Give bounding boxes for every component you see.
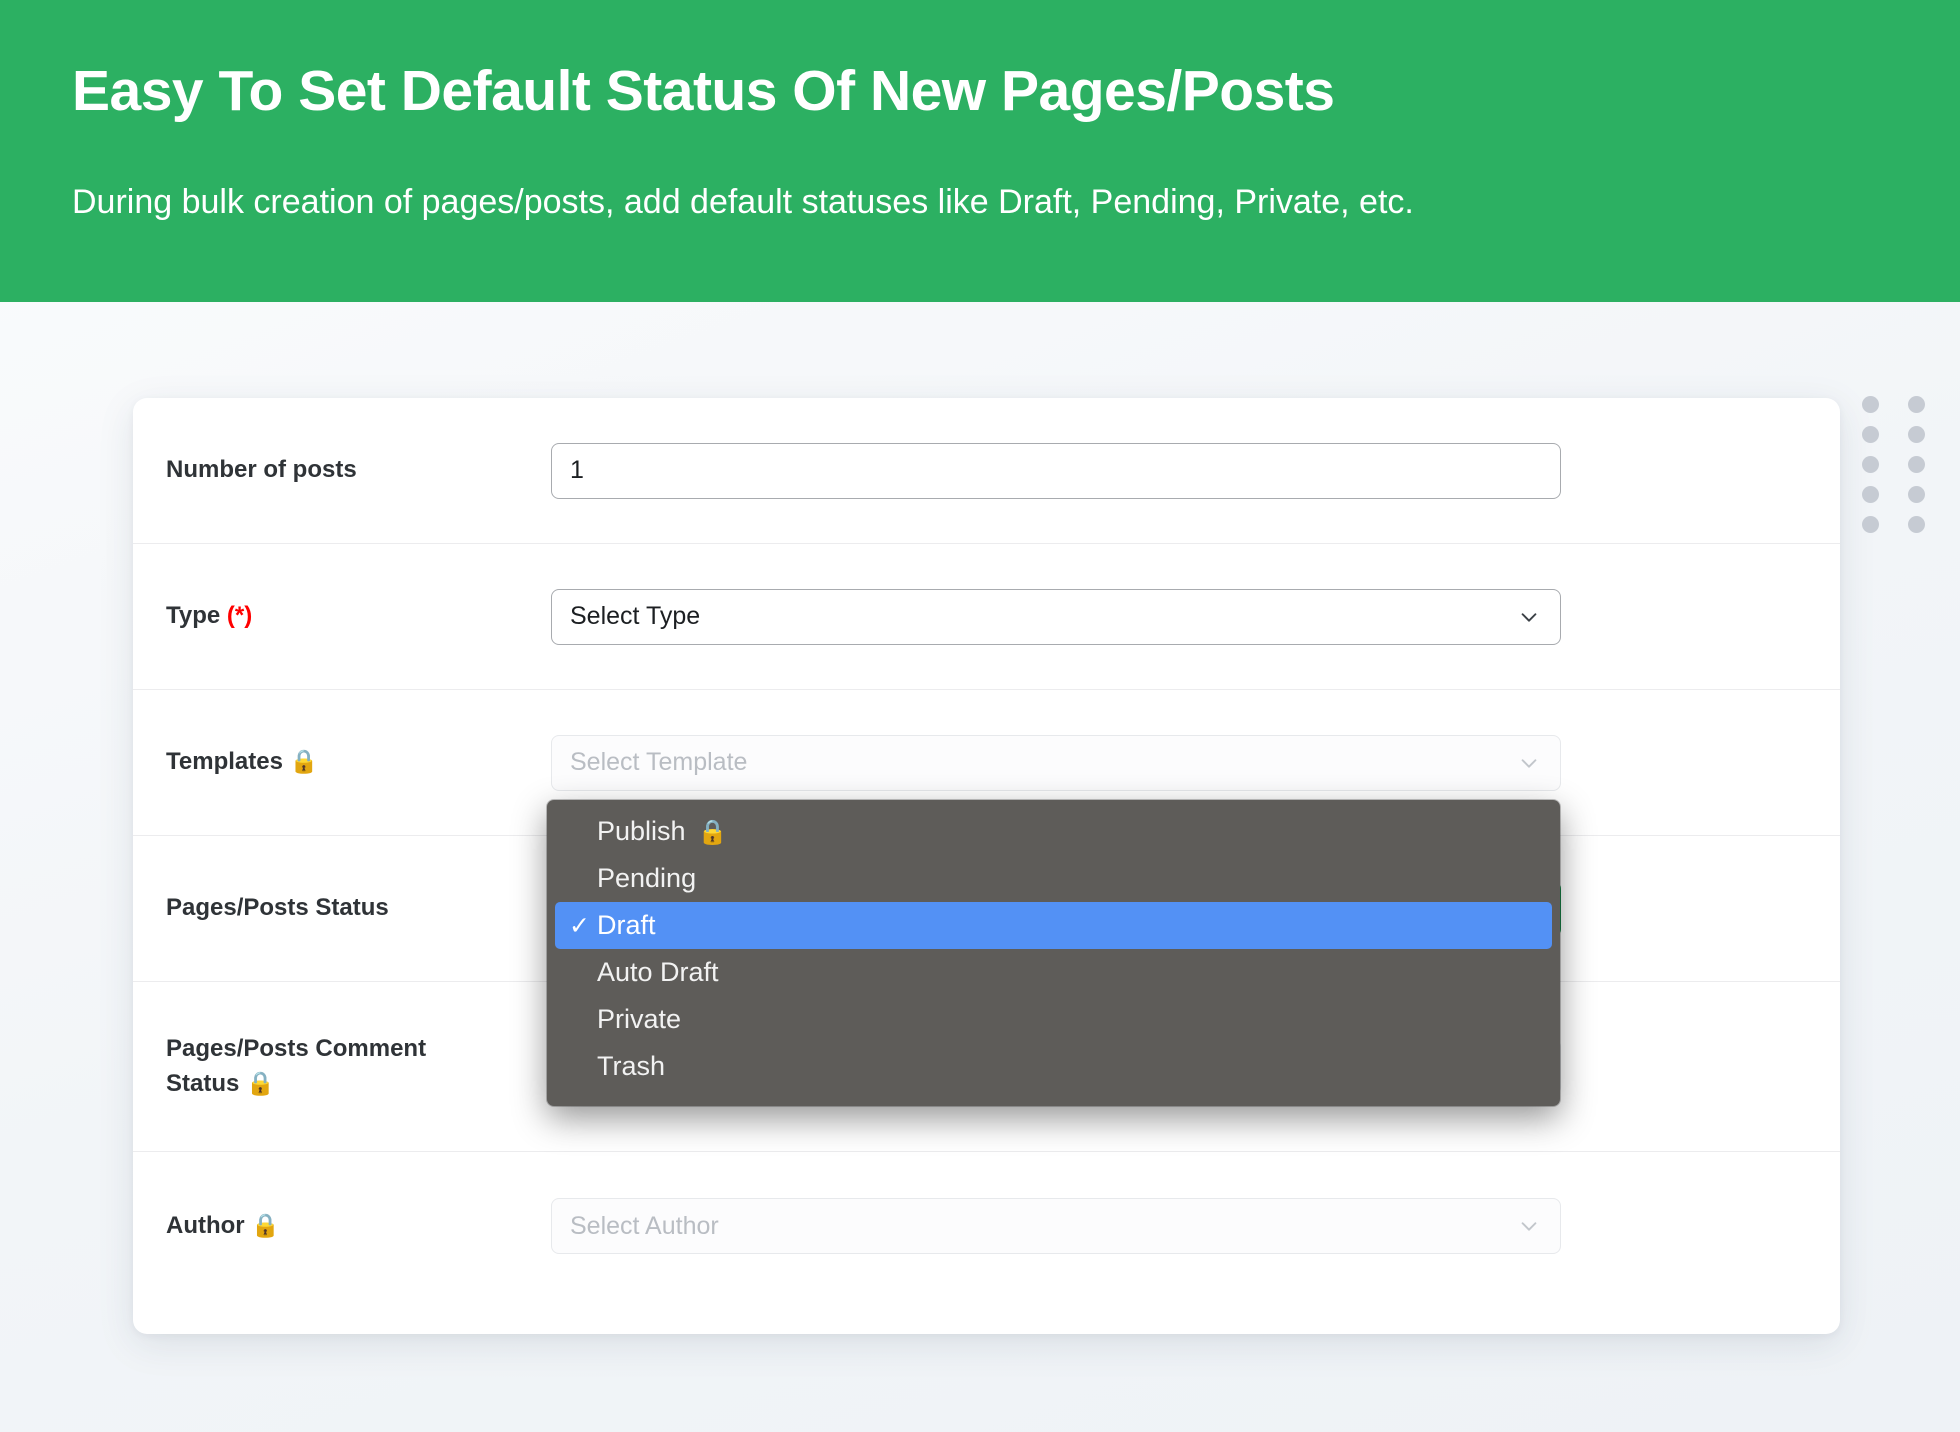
form-row-author: Author 🔒 Select Author: [133, 1152, 1840, 1300]
dropdown-option-label: Trash: [597, 1051, 666, 1081]
page-root: Easy To Set Default Status Of New Pages/…: [0, 0, 1960, 1432]
dot-grid-dot: [1862, 486, 1879, 503]
dot-grid-icon: [1862, 396, 1932, 546]
label-text: Type: [166, 602, 221, 630]
label-type: Type (*): [166, 599, 551, 633]
label-text-line1: Pages/Posts Comment: [166, 1035, 427, 1063]
label-text: Author: [166, 1211, 245, 1239]
status-dropdown-menu[interactable]: Publish 🔒 Pending ✓ Draft Auto Draft Pri…: [547, 800, 1560, 1106]
dropdown-option-label: Pending: [597, 863, 697, 893]
dropdown-option-publish[interactable]: Publish 🔒: [547, 808, 1560, 855]
dot-grid-dot: [1908, 486, 1925, 503]
templates-select[interactable]: Select Template: [551, 734, 1561, 791]
dropdown-option-label: Publish: [597, 816, 686, 846]
dropdown-option-draft[interactable]: ✓ Draft: [555, 902, 1552, 949]
chevron-down-icon: [1518, 752, 1540, 774]
chevron-down-icon: [1518, 606, 1540, 628]
dot-grid-dot: [1908, 396, 1925, 413]
author-select-value: Select Author: [570, 1211, 719, 1240]
label-number-of-posts: Number of posts: [166, 453, 551, 487]
number-of-posts-input[interactable]: [551, 442, 1561, 499]
field-templates: Select Template: [551, 734, 1561, 791]
label-text: Number of posts: [166, 456, 357, 484]
dropdown-option-label: Draft: [597, 910, 656, 940]
chevron-down-icon: [1518, 1215, 1540, 1237]
form-row-type: Type (*) Select Type: [133, 544, 1840, 690]
author-select[interactable]: Select Author: [551, 1198, 1561, 1254]
dropdown-option-pending[interactable]: Pending: [547, 855, 1560, 902]
label-text-line2-wrap: Status 🔒: [166, 1067, 537, 1101]
dot-grid-dot: [1908, 456, 1925, 473]
templates-select-value: Select Template: [570, 748, 748, 776]
type-select[interactable]: Select Type: [551, 588, 1561, 645]
dot-grid-dot: [1862, 516, 1879, 533]
label-text-line2: Status: [166, 1069, 240, 1097]
lock-icon: 🔒: [697, 817, 728, 846]
dot-grid-dot: [1862, 456, 1879, 473]
page-title: Easy To Set Default Status Of New Pages/…: [72, 59, 1335, 123]
lock-icon: 🔒: [246, 1070, 275, 1097]
field-author: Select Author: [551, 1198, 1561, 1254]
label-pages-posts-status: Pages/Posts Status: [166, 891, 551, 925]
dot-grid-dot: [1908, 516, 1925, 533]
dropdown-option-label: Auto Draft: [597, 957, 719, 987]
dot-grid-dot: [1862, 396, 1879, 413]
label-pages-posts-comment-status: Pages/Posts Comment Status 🔒: [166, 1032, 551, 1100]
field-type: Select Type: [551, 588, 1561, 645]
label-text: Pages/Posts Status: [166, 894, 389, 922]
dropdown-option-trash[interactable]: Trash: [547, 1043, 1560, 1090]
dropdown-option-private[interactable]: Private: [547, 996, 1560, 1043]
label-templates: Templates 🔒: [166, 745, 551, 779]
dropdown-option-auto-draft[interactable]: Auto Draft: [547, 949, 1560, 996]
lock-icon: 🔒: [289, 749, 319, 776]
field-number-of-posts: [551, 442, 1561, 499]
label-text: Templates: [166, 748, 283, 776]
header-banner: Easy To Set Default Status Of New Pages/…: [0, 0, 1960, 302]
lock-icon: 🔒: [251, 1212, 280, 1239]
dropdown-option-label: Private: [597, 1004, 682, 1034]
label-author: Author 🔒: [166, 1209, 551, 1243]
checkmark-icon: ✓: [569, 911, 590, 940]
form-row-number-of-posts: Number of posts: [133, 398, 1840, 544]
dot-grid-dot: [1908, 426, 1925, 443]
page-subtitle: During bulk creation of pages/posts, add…: [72, 183, 1414, 221]
dot-grid-dot: [1862, 426, 1879, 443]
type-select-value: Select Type: [570, 602, 701, 630]
required-marker: (*): [226, 602, 253, 630]
